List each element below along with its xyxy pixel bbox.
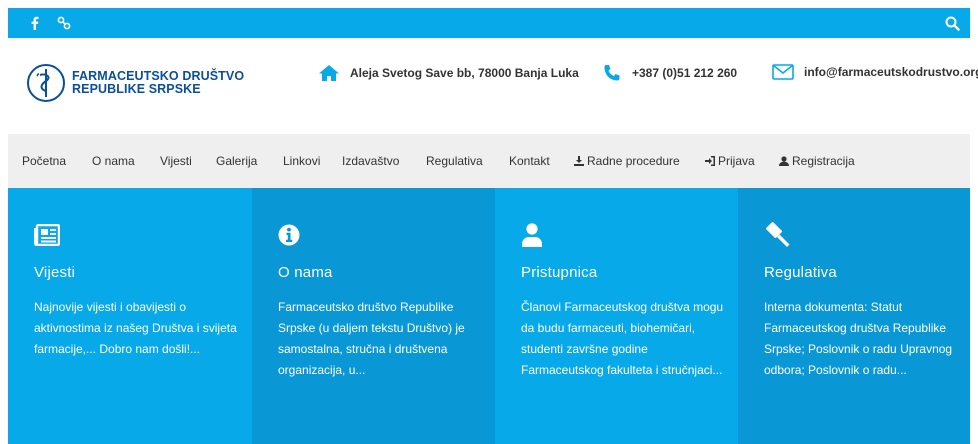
nav-item-label: Regulativa (426, 154, 483, 168)
card-title[interactable]: Pristupnica (521, 264, 738, 281)
card-title[interactable]: Vijesti (34, 264, 252, 281)
gavel-icon (765, 222, 790, 247)
phone-text[interactable]: +387 (0)51 212 260 (632, 66, 737, 80)
card-text: Farmaceutsko društvo Republike Srpske (u… (278, 300, 465, 377)
nav-item-radne-procedure[interactable]: Radne procedure (574, 134, 680, 188)
page: FARMACEUTSKO DRUŠTVO REPUBLIKE SRPSKE Al… (0, 0, 978, 444)
phone-icon (604, 65, 620, 81)
nav-item-label: Kontakt (509, 154, 550, 168)
search-icon (945, 16, 960, 31)
card-title[interactable]: Regulativa (764, 264, 970, 281)
logo-line-2: REPUBLIKE SRPSKE (72, 82, 201, 96)
logo-text: FARMACEUTSKO DRUŠTVO REPUBLIKE SRPSKE (72, 70, 244, 96)
search-button[interactable] (938, 8, 966, 38)
nav-item-label: Registracija (792, 154, 855, 168)
header: FARMACEUTSKO DRUŠTVO REPUBLIKE SRPSKE Al… (8, 38, 978, 134)
nav-item-label: Linkovi (283, 154, 321, 168)
nav-item-label: Radne procedure (587, 154, 680, 168)
nav-item-label: O nama (92, 154, 135, 168)
nav-item-kontakt[interactable]: Kontakt (509, 134, 550, 188)
facebook-icon (31, 16, 38, 30)
card-text: Članovi Farmaceutskog društva mogu da bu… (521, 300, 724, 377)
main-nav: Početna O nama Vijesti Galerija Linkovi … (8, 134, 970, 188)
home-icon (319, 65, 339, 81)
user-icon (522, 223, 542, 247)
card-pristupnica[interactable]: Pristupnica Članovi Farmaceutskog društv… (495, 188, 738, 444)
user-icon (779, 156, 789, 166)
nav-item-linkovi[interactable]: Linkovi (283, 134, 320, 188)
link-button[interactable] (50, 8, 78, 38)
newspaper-icon (34, 224, 60, 246)
nav-item-label: Vijesti (160, 154, 192, 168)
caduceus-logo-icon (27, 64, 65, 102)
address-block: Aleja Svetog Save bb, 78000 Banja Luka (318, 64, 579, 82)
card-regulativa[interactable]: Regulativa Interna dokumenta: Statut Far… (738, 188, 970, 444)
nav-item-pocetna[interactable]: Početna (22, 134, 66, 188)
envelope-icon (772, 64, 794, 80)
info-circle-icon (278, 224, 300, 246)
sign-in-icon (705, 156, 715, 166)
nav-item-izdavastvo[interactable]: Izdavaštvo (342, 134, 399, 188)
left-margin (0, 0, 8, 444)
email-block: info@farmaceutskodrustvo.org (772, 64, 978, 80)
nav-item-label: Izdavaštvo (342, 154, 400, 168)
facebook-link[interactable] (20, 8, 48, 38)
nav-item-label: Prijava (718, 154, 755, 168)
link-icon (57, 16, 71, 30)
top-bar (8, 8, 970, 38)
card-vijesti[interactable]: Vijesti Najnovije vijesti i obavijesti o… (8, 188, 252, 444)
nav-item-vijesti[interactable]: Vijesti (160, 134, 192, 188)
nav-item-o-nama[interactable]: O nama (92, 134, 135, 188)
address-text: Aleja Svetog Save bb, 78000 Banja Luka (350, 66, 579, 80)
nav-item-galerija[interactable]: Galerija (216, 134, 257, 188)
nav-item-prijava[interactable]: Prijava (705, 134, 755, 188)
nav-item-regulativa[interactable]: Regulativa (426, 134, 483, 188)
site-logo[interactable]: FARMACEUTSKO DRUŠTVO REPUBLIKE SRPSKE (26, 63, 244, 103)
feature-cards: Vijesti Najnovije vijesti i obavijesti o… (8, 188, 970, 444)
card-text: Najnovije vijesti i obavijesti o aktivno… (34, 300, 237, 356)
download-icon (574, 156, 584, 166)
nav-item-label: Početna (22, 154, 67, 168)
nav-item-registracija[interactable]: Registracija (779, 134, 855, 188)
email-text[interactable]: info@farmaceutskodrustvo.org (804, 65, 978, 79)
nav-item-label: Galerija (216, 154, 258, 168)
card-o-nama[interactable]: O nama Farmaceutsko društvo Republike Sr… (252, 188, 495, 444)
card-text: Interna dokumenta: Statut Farmaceutskog … (764, 300, 953, 377)
phone-block: +387 (0)51 212 260 (602, 64, 737, 82)
card-title[interactable]: O nama (278, 264, 495, 281)
